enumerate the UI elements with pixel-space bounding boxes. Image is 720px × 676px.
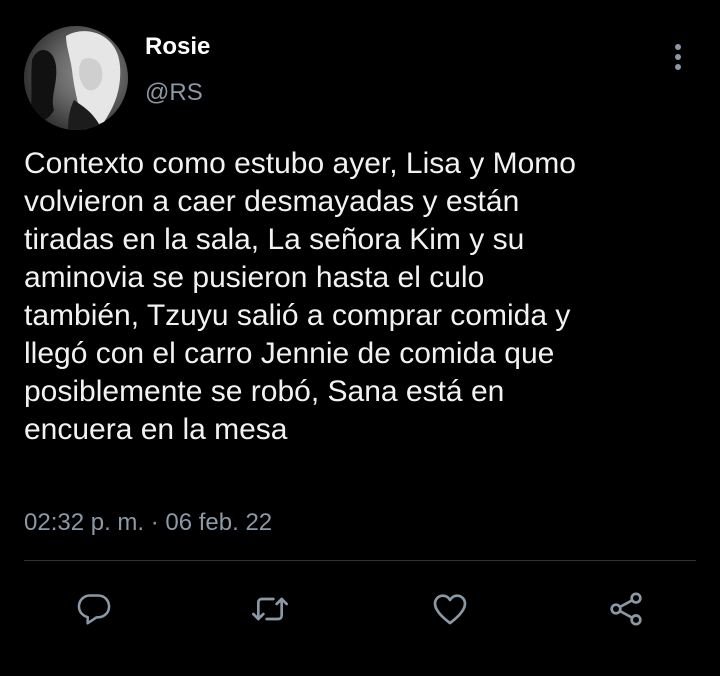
- author-display-name[interactable]: Rosie: [145, 33, 210, 61]
- tweet-text-line: llegó con el carro Jennie de comida que: [24, 337, 555, 370]
- retweet-button[interactable]: [248, 587, 292, 631]
- reply-icon: [77, 594, 111, 625]
- author-handle[interactable]: @RS: [145, 79, 203, 107]
- share-icon: [610, 592, 642, 626]
- tweet-text-line: tiradas en la sala, La señora Kim y su: [24, 223, 525, 256]
- divider: [24, 560, 696, 561]
- reply-button[interactable]: [72, 587, 116, 631]
- more-vertical-icon: [675, 44, 681, 70]
- tweet-text-line: volvieron a caer desmayadas y están: [24, 185, 520, 218]
- avatar[interactable]: [24, 26, 128, 130]
- avatar-photo: [24, 26, 128, 130]
- tweet-text-line: también, Tzuyu salió a comprar comida y: [24, 299, 571, 332]
- heart-icon: [433, 594, 467, 625]
- more-options-button[interactable]: [664, 40, 692, 74]
- share-button[interactable]: [604, 587, 648, 631]
- like-button[interactable]: [428, 587, 472, 631]
- tweet-text-line: encuera en la mesa: [24, 413, 288, 446]
- tweet-text-line: posiblemente se robó, Sana está en: [24, 375, 505, 408]
- tweet-text: Contexto como estubo ayer, Lisa y Momo v…: [24, 145, 696, 449]
- tweet-timestamp[interactable]: 02:32 p. m. · 06 feb. 22: [24, 509, 272, 537]
- tweet-text-line: Contexto como estubo ayer, Lisa y Momo: [24, 147, 576, 180]
- retweet-icon: [252, 597, 288, 621]
- tweet-text-line: aminovia se pusieron hasta el culo: [24, 261, 485, 294]
